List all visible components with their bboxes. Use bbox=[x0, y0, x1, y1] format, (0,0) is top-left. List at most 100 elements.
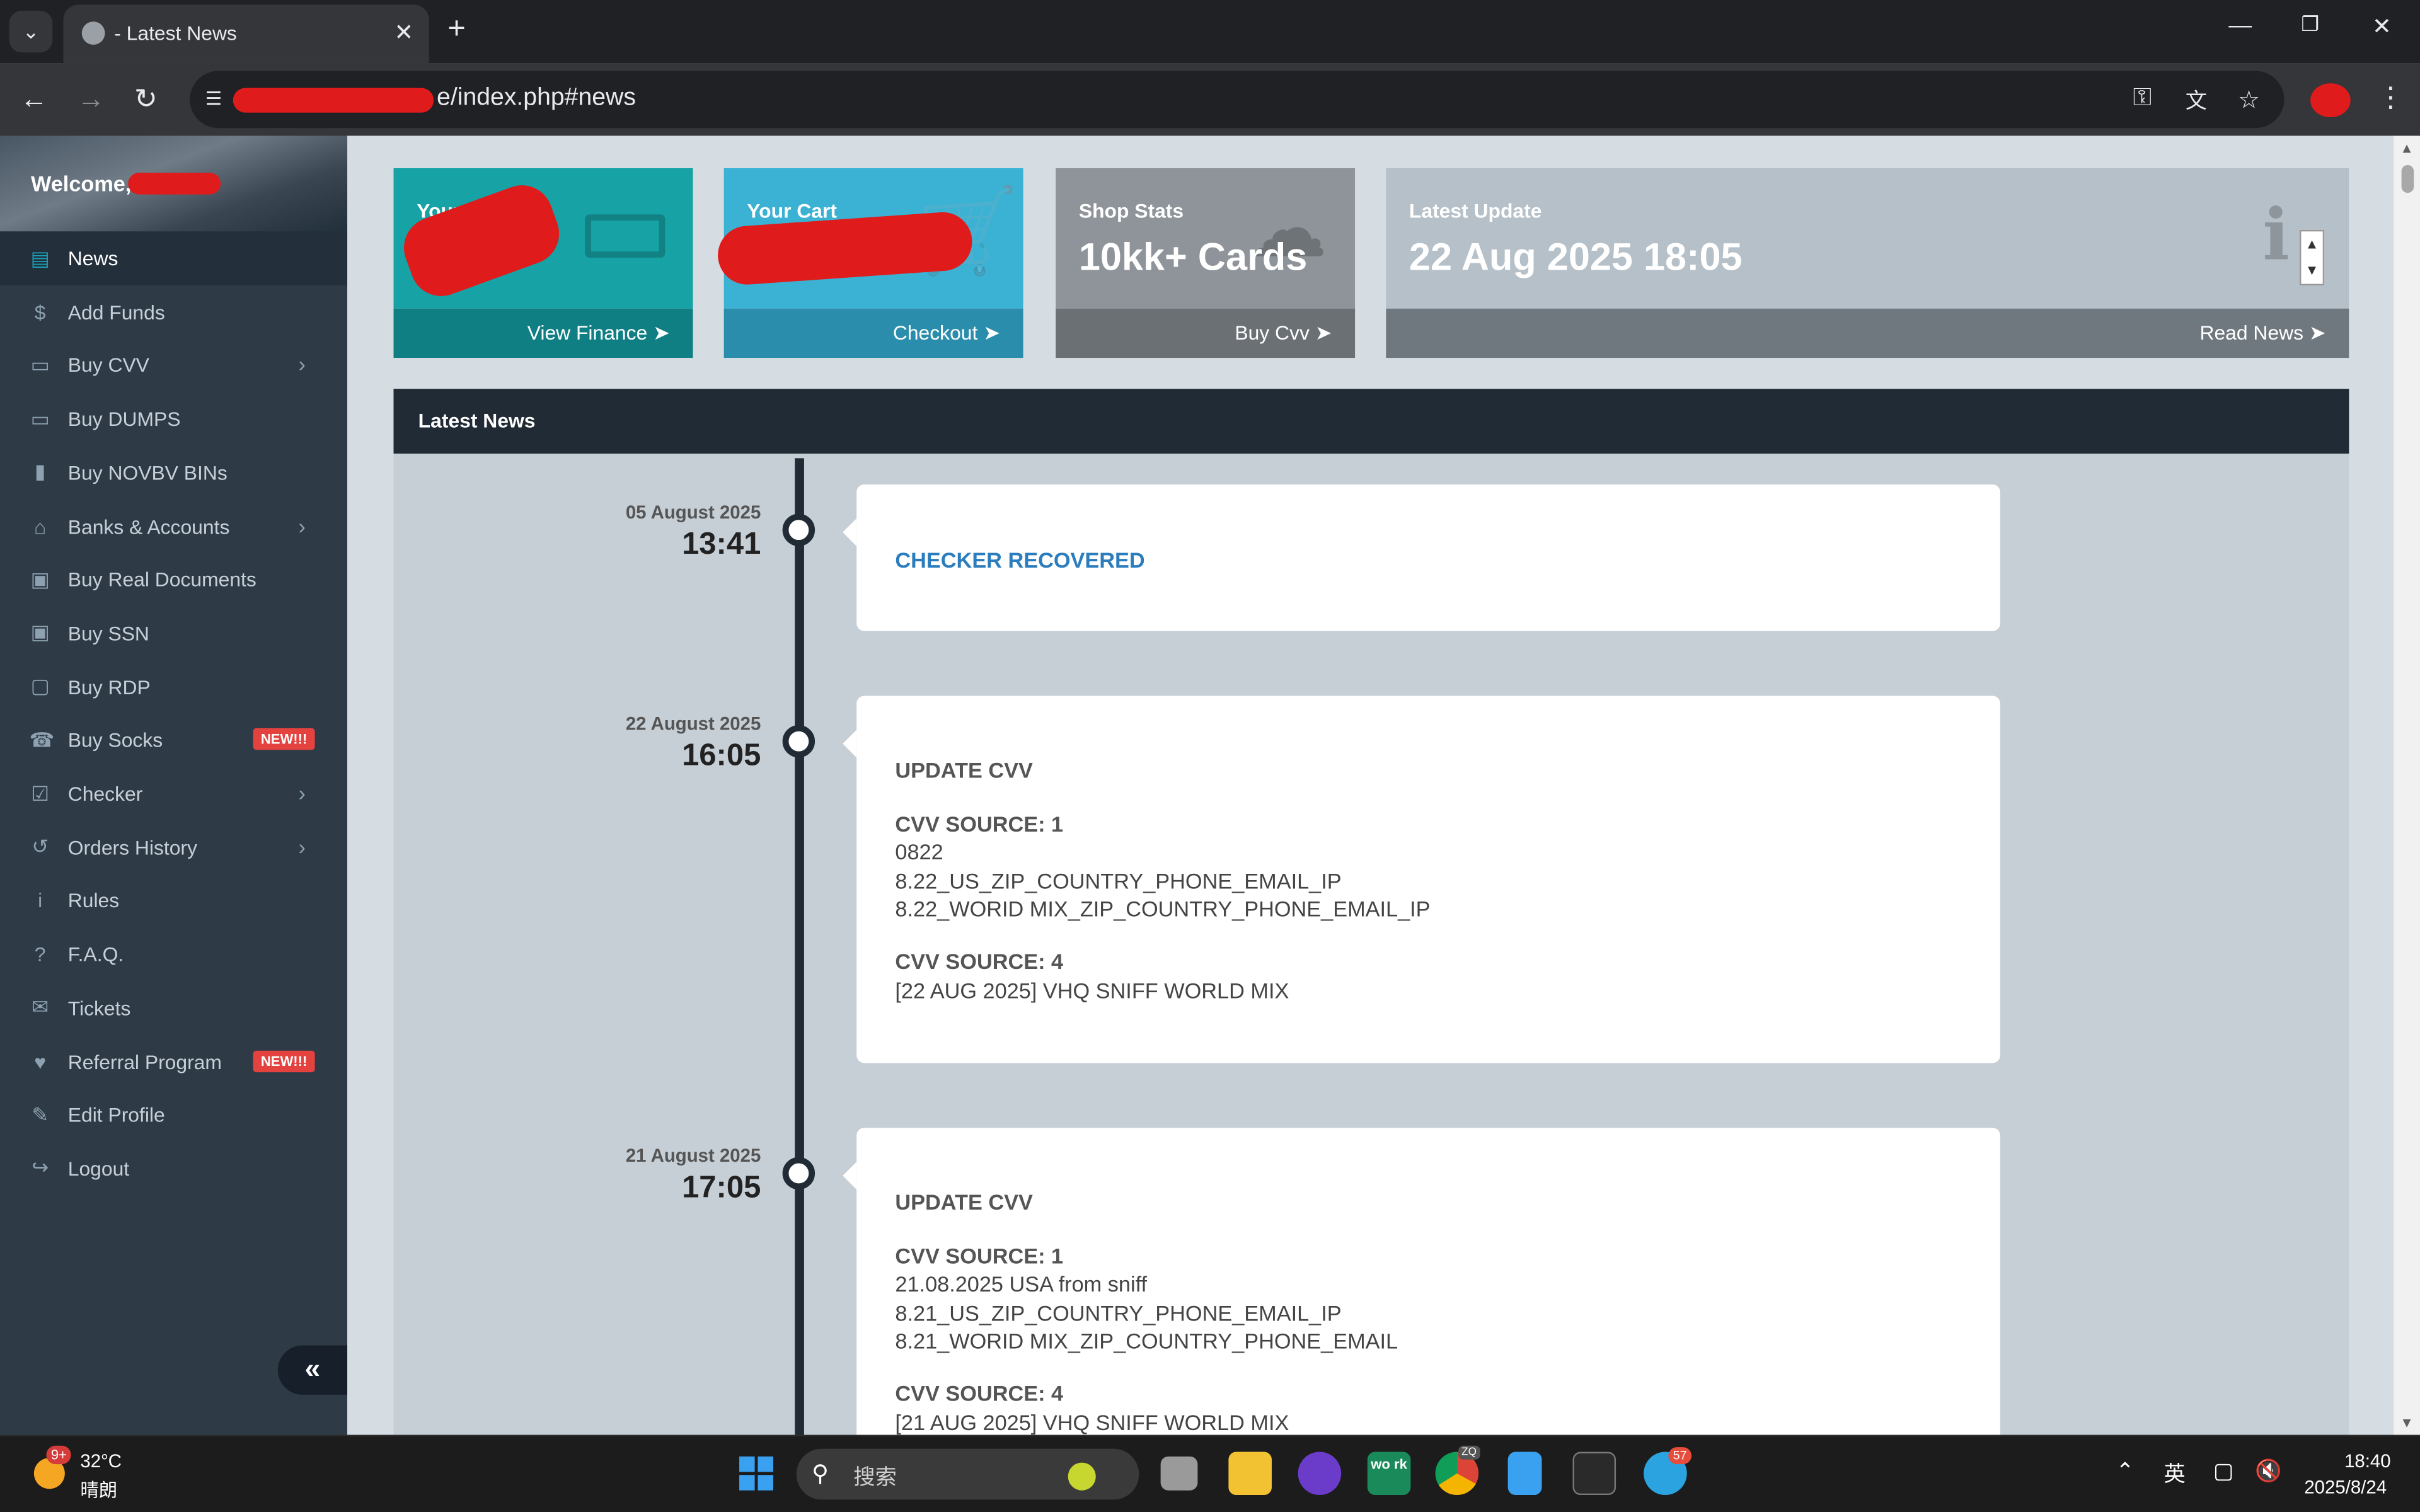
card-label: Shop Stats bbox=[1078, 198, 1184, 222]
volume-muted-icon[interactable]: 🔇 bbox=[2255, 1458, 2282, 1484]
card-link[interactable]: Read News ➤ bbox=[2199, 321, 2325, 345]
latest-news-header: Latest News bbox=[393, 389, 2349, 454]
sidebar-item-referral-program[interactable]: ♥ Referral Program NEW!!! bbox=[0, 1034, 347, 1089]
task-view-icon[interactable] bbox=[1160, 1456, 1198, 1491]
windows-start-icon[interactable] bbox=[735, 1452, 778, 1495]
arrow-circle-right-icon: ➤ bbox=[1315, 321, 1332, 345]
news-line: 8.21_WORID MIX_ZIP_COUNTRY_PHONE_EMAIL bbox=[895, 1328, 1398, 1353]
sidebar-item-label: Orders History bbox=[67, 835, 197, 859]
clock-date[interactable]: 2025/8/24 bbox=[2304, 1477, 2387, 1498]
profile-avatar[interactable] bbox=[2310, 83, 2351, 118]
tray-expand-icon[interactable]: ⌃ bbox=[2116, 1458, 2135, 1484]
forward-icon[interactable]: → bbox=[77, 83, 105, 114]
news-title: UPDATE CVV bbox=[895, 757, 1033, 782]
card-link[interactable]: View Finance ➤ bbox=[527, 321, 670, 345]
file-explorer-icon[interactable] bbox=[1228, 1452, 1272, 1496]
menu-kebab-icon[interactable]: ⋮ bbox=[2377, 82, 2404, 113]
url-text: e/index.php#news bbox=[437, 84, 636, 112]
card-link-text: Buy Cvv bbox=[1235, 321, 1310, 345]
card-footer[interactable]: Buy Cvv ➤ bbox=[1056, 308, 1356, 358]
sidebar-item-label: Buy DUMPS bbox=[67, 407, 181, 431]
info-icon: i bbox=[38, 889, 43, 913]
sidebar-item-buy-real-documents[interactable]: ▣ Buy Real Documents bbox=[0, 553, 347, 607]
sidebar-item-buy-novbv-bins[interactable]: ▮ Buy NOVBV BINs bbox=[0, 445, 347, 500]
network-icon[interactable]: ▢ bbox=[2213, 1458, 2233, 1484]
credit-card-icon: ▭ bbox=[30, 406, 50, 430]
credit-card-icon: ▭ bbox=[30, 353, 50, 377]
notepad-icon[interactable] bbox=[1507, 1452, 1542, 1496]
scrollbar-thumb[interactable] bbox=[2401, 165, 2414, 193]
window-close-icon[interactable]: ✕ bbox=[2372, 13, 2392, 40]
sidebar-item-label: Buy Real Documents bbox=[67, 568, 256, 592]
bookmark-star-icon[interactable]: ☆ bbox=[2238, 85, 2260, 116]
card-link[interactable]: Buy Cvv ➤ bbox=[1235, 321, 1332, 345]
card-footer[interactable]: Read News ➤ bbox=[1386, 308, 2349, 358]
scroll-down-arrow-icon[interactable]: ▼ bbox=[2400, 1415, 2414, 1430]
tab-search-button[interactable]: ⌄ bbox=[9, 11, 53, 53]
news-title: UPDATE CVV bbox=[895, 1189, 1033, 1215]
chevron-right-icon: › bbox=[298, 834, 306, 859]
sidebar-item-buy-dumps[interactable]: ▭ Buy DUMPS bbox=[0, 392, 347, 446]
taskbar-search[interactable]: ⚲ 搜索 bbox=[796, 1448, 1139, 1500]
sidebar-item-edit-profile[interactable]: ✎ Edit Profile bbox=[0, 1088, 347, 1142]
sidebar-item-buy-rdp[interactable]: ▢ Buy RDP bbox=[0, 660, 347, 714]
sidebar-item-checker[interactable]: ☑ Checker › bbox=[0, 767, 347, 821]
sidebar-item-add-funds[interactable]: $ Add Funds bbox=[0, 285, 347, 339]
site-info-icon[interactable]: ☰ bbox=[205, 88, 230, 110]
news-time: 16:05 bbox=[682, 739, 761, 773]
news-date: 05 August 2025 bbox=[625, 501, 761, 524]
sidebar-item-tickets[interactable]: ✉ Tickets bbox=[0, 981, 347, 1035]
tab-close-icon[interactable]: ✕ bbox=[395, 18, 414, 47]
sidebar-item-buy-cvv[interactable]: ▭ Buy CVV › bbox=[0, 338, 347, 392]
minimize-icon[interactable]: — bbox=[2228, 13, 2252, 39]
weather-condition[interactable]: 晴朗 bbox=[80, 1477, 117, 1503]
sidebar-item-label: F.A.Q. bbox=[67, 942, 124, 966]
ime-indicator[interactable]: 英 bbox=[2164, 1458, 2185, 1489]
new-tab-button[interactable]: + bbox=[447, 14, 466, 45]
restore-icon[interactable]: ❐ bbox=[2301, 13, 2319, 37]
sidebar-item-banks-accounts[interactable]: ⌂ Banks & Accounts › bbox=[0, 499, 347, 553]
key-icon[interactable]: ⚿ bbox=[2133, 85, 2152, 113]
browser-tab[interactable]: - Latest News ✕ bbox=[63, 4, 429, 64]
sidebar-item-buy-socks[interactable]: ☎ Buy Socks NEW!!! bbox=[0, 713, 347, 767]
card-footer[interactable]: Checkout ➤ bbox=[723, 308, 1023, 358]
timeline-dot bbox=[782, 1157, 815, 1190]
address-bar[interactable]: ☰ e/index.php#news ⚿ 文 ☆ bbox=[190, 71, 2285, 129]
sidebar-item-orders-history[interactable]: ↺ Orders History › bbox=[0, 820, 347, 874]
sidebar-item-buy-ssn[interactable]: ▣ Buy SSN bbox=[0, 606, 347, 660]
file-icon: ▮ bbox=[34, 460, 46, 484]
news-title-link[interactable]: CHECKER RECOVERED bbox=[895, 547, 1144, 572]
terminal-icon[interactable] bbox=[1572, 1452, 1616, 1496]
handshake-icon: ♥ bbox=[34, 1050, 47, 1074]
chevron-right-icon: › bbox=[298, 781, 306, 806]
page-scrollbar[interactable]: ▲ ▼ bbox=[2394, 135, 2420, 1435]
clock-time[interactable]: 18:40 bbox=[2344, 1450, 2391, 1472]
sidebar-item-logout[interactable]: ↪ Logout bbox=[0, 1142, 347, 1196]
redaction-mark bbox=[233, 88, 434, 113]
news-line: 8.21_US_ZIP_COUNTRY_PHONE_EMAIL_IP bbox=[895, 1300, 1342, 1325]
new-badge: NEW!!! bbox=[253, 1050, 315, 1072]
sidebar-item-label: Buy RDP bbox=[67, 675, 151, 699]
scroll-up-arrow-icon[interactable]: ▲ bbox=[2400, 140, 2414, 156]
reload-icon[interactable]: ↻ bbox=[134, 83, 158, 114]
tor-browser-icon[interactable] bbox=[1298, 1452, 1342, 1496]
news-date: 21 August 2025 bbox=[625, 1145, 761, 1167]
news-card: CHECKER RECOVERED bbox=[843, 484, 2000, 631]
browser-titlebar: ⌄ - Latest News ✕ + — ❐ ✕ bbox=[0, 0, 2420, 64]
sidebar-item-news[interactable]: ▤ News bbox=[0, 231, 348, 286]
news-source-heading: CVV SOURCE: 4 bbox=[895, 949, 1064, 974]
work-app-icon[interactable]: wo rk bbox=[1367, 1452, 1411, 1496]
card-footer[interactable]: View Finance ➤ bbox=[393, 308, 693, 358]
translate-icon[interactable]: 文 bbox=[2186, 85, 2207, 116]
sidebar-item-label: Banks & Accounts bbox=[67, 514, 230, 538]
arrow-circle-right-icon: ➤ bbox=[983, 321, 1000, 345]
collapse-sidebar-button[interactable]: « bbox=[277, 1345, 348, 1395]
sidebar-item-f-a-q[interactable]: ? F.A.Q. bbox=[0, 927, 347, 982]
back-icon[interactable]: ← bbox=[20, 83, 48, 114]
card-link[interactable]: Checkout ➤ bbox=[893, 321, 1000, 345]
tab-title: - Latest News bbox=[114, 21, 237, 45]
sidebar-item-rules[interactable]: i Rules bbox=[0, 874, 347, 928]
stat-card-latest-update: i ▲ ▼ Latest Update 22 Aug 2025 18:05 Read Ne… bbox=[1386, 168, 2349, 358]
update-spinner[interactable]: ▲ ▼ bbox=[2299, 229, 2325, 286]
weather-temperature[interactable]: 32°C bbox=[80, 1450, 122, 1472]
